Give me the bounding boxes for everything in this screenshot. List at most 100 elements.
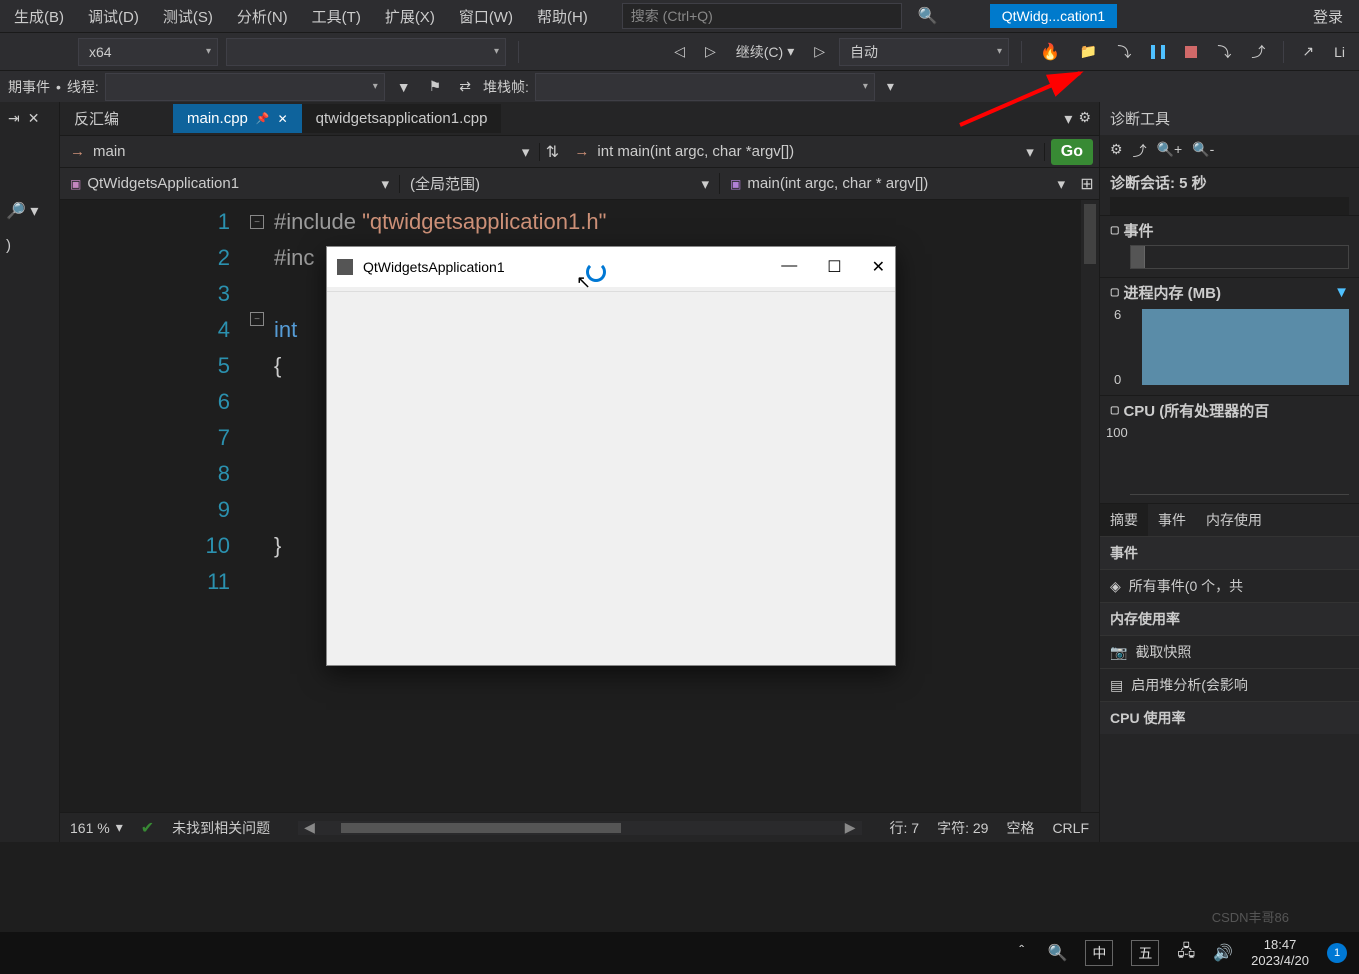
scroll-left-icon[interactable]: ◀ <box>298 819 321 836</box>
stack-menu-icon[interactable]: ▾ <box>881 74 900 99</box>
events-header[interactable]: 事件 <box>1123 220 1153 241</box>
search-tray-icon[interactable]: 🔍 <box>1047 943 1067 963</box>
scroll-right-icon[interactable]: ▶ <box>839 819 862 836</box>
scroll-thumb[interactable] <box>1084 204 1096 264</box>
menu-build[interactable]: 生成(B) <box>4 2 74 31</box>
issues-label[interactable]: 未找到相关问题 <box>172 818 270 838</box>
zoom-in-icon[interactable]: 🔍+ <box>1157 141 1183 161</box>
zoom-out-icon[interactable]: 🔍- <box>1192 141 1214 161</box>
func-label: main(int argc, char * argv[]) <box>747 175 928 192</box>
step-out-icon[interactable]: ⤴ <box>1245 38 1271 66</box>
scope-dropdown-1[interactable]: → main ▾ <box>60 143 540 161</box>
menu-help[interactable]: 帮助(H) <box>527 2 598 31</box>
menu-window[interactable]: 窗口(W) <box>449 2 523 31</box>
step-back-button[interactable]: ◁ <box>668 39 691 64</box>
continue-button[interactable]: 继续(C) ▾ <box>730 38 800 66</box>
snapshot-item[interactable]: 📷截取快照 <box>1100 635 1359 668</box>
auto-dropdown[interactable]: 自动 <box>839 38 1009 66</box>
tab-events[interactable]: 事件 <box>1148 504 1196 536</box>
menu-analyze[interactable]: 分析(N) <box>227 2 298 31</box>
qt-titlebar[interactable]: QtWidgetsApplication1 — ☐ ✕ <box>327 247 895 287</box>
go-button[interactable]: Go <box>1051 139 1093 165</box>
horizontal-scrollbar[interactable]: ◀ ▶ <box>298 821 861 835</box>
thread-dropdown[interactable] <box>105 73 385 101</box>
scope-dropdown-2[interactable]: → int main(int argc, char *argv[]) ▾ <box>564 143 1044 161</box>
all-events-item[interactable]: ◈所有事件(0 个，共 <box>1100 569 1359 602</box>
class-scope-dropdown[interactable]: ▣ QtWidgetsApplication1 ▾ <box>60 175 400 193</box>
menu-debug[interactable]: 调试(D) <box>78 2 149 31</box>
cpu-header[interactable]: CPU (所有处理器的百 <box>1123 400 1269 421</box>
maximize-button[interactable]: ☐ <box>827 257 841 277</box>
search-icon[interactable]: 🔍 <box>910 2 946 30</box>
pin-icon[interactable]: ⇥ <box>4 106 24 131</box>
project-name-tab[interactable]: QtWidg...cation1 <box>990 4 1118 28</box>
menu-test[interactable]: 测试(S) <box>153 2 223 31</box>
col-indicator[interactable]: 字符: 29 <box>937 818 988 838</box>
close-icon[interactable]: ✕ <box>24 106 44 131</box>
tray-expand-icon[interactable]: ＾ <box>1013 941 1029 965</box>
folder-icon[interactable]: 📁 <box>1074 39 1103 64</box>
live-share-label[interactable]: Li <box>1328 40 1351 64</box>
tab-memory[interactable]: 内存使用 <box>1196 504 1272 536</box>
search-input[interactable]: 搜索 (Ctrl+Q) <box>622 3 902 29</box>
tab-qtwidgets-cpp[interactable]: qtwidgetsapplication1.cpp <box>302 104 502 133</box>
split-icon[interactable]: ⊞ <box>1075 174 1099 194</box>
indent-indicator[interactable]: 空格 <box>1006 818 1034 838</box>
ime-mode[interactable]: 五 <box>1131 940 1159 966</box>
heap-analysis-item[interactable]: ▤启用堆分析(会影响 <box>1100 668 1359 701</box>
scroll-thumb[interactable] <box>341 823 621 833</box>
step-button[interactable]: ▷ <box>808 39 831 64</box>
menu-extensions[interactable]: 扩展(X) <box>375 2 445 31</box>
fold-toggle[interactable]: − <box>250 215 264 229</box>
global-scope-dropdown[interactable]: (全局范围) ▾ <box>400 173 720 194</box>
notification-badge[interactable]: 1 <box>1327 943 1347 963</box>
updown-icon[interactable]: ⇅ <box>540 142 564 162</box>
ime-lang[interactable]: 中 <box>1085 940 1113 966</box>
eol-indicator[interactable]: CRLF <box>1052 820 1089 836</box>
line-indicator[interactable]: 行: 7 <box>890 818 920 838</box>
flag-icon[interactable]: ⚑ <box>423 74 448 99</box>
function-scope-dropdown[interactable]: ▣ main(int argc, char * argv[]) ▾ <box>720 175 1075 193</box>
close-button[interactable]: ✕ <box>872 257 885 277</box>
stack-dropdown[interactable] <box>535 73 875 101</box>
cpu-chart: 100 <box>1130 425 1349 495</box>
hot-reload-icon[interactable]: 🔥 <box>1034 38 1066 66</box>
scope-bar: ▣ QtWidgetsApplication1 ▾ (全局范围) ▾ ▣ mai… <box>60 168 1099 200</box>
stop-button[interactable] <box>1179 42 1203 62</box>
pin-icon[interactable]: 📌 <box>256 112 270 125</box>
config-dropdown[interactable] <box>226 38 506 66</box>
watermark: CSDN丰哥86 <box>1212 907 1289 926</box>
volume-icon[interactable]: 🔊 <box>1213 943 1233 963</box>
scope-label: int main(int argc, char *argv[]) <box>597 143 794 160</box>
minimize-button[interactable]: — <box>781 257 797 277</box>
login-button[interactable]: 登录 <box>1301 2 1355 31</box>
pause-button[interactable] <box>1145 41 1171 63</box>
tab-summary[interactable]: 摘要 <box>1100 504 1148 536</box>
tab-dropdown-icon[interactable]: ▾ <box>1064 109 1072 129</box>
gear-icon[interactable]: ⚙ <box>1110 141 1123 161</box>
fold-toggle[interactable]: − <box>250 312 264 326</box>
qt-app-window[interactable]: QtWidgetsApplication1 — ☐ ✕ <box>326 246 896 666</box>
clock[interactable]: 18:47 2023/4/20 <box>1251 937 1309 968</box>
search-panel-icon[interactable]: 🔎 ▾ <box>0 195 59 227</box>
play-button[interactable]: ▷ <box>699 39 722 64</box>
zoom-dropdown[interactable]: 161 %▾ <box>70 819 123 836</box>
share-icon[interactable]: ↗ <box>1296 39 1320 64</box>
vertical-scrollbar[interactable] <box>1081 200 1099 812</box>
memory-header[interactable]: 进程内存 (MB) <box>1123 282 1221 303</box>
disassembly-label[interactable]: 反汇编 <box>60 102 133 135</box>
global-label: (全局范围) <box>410 173 480 194</box>
step-over-icon[interactable]: ⤵ <box>1111 38 1137 66</box>
filter-icon[interactable]: ▼ <box>391 75 417 99</box>
close-icon[interactable]: ✕ <box>278 112 288 126</box>
gear-icon[interactable]: ⚙ <box>1078 109 1091 129</box>
exchange-icon[interactable]: ⇄ <box>453 74 477 99</box>
platform-dropdown[interactable]: x64 <box>78 38 218 66</box>
fold-column: − − <box>250 200 274 812</box>
menu-tools[interactable]: 工具(T) <box>302 2 371 31</box>
tab-main-cpp[interactable]: main.cpp 📌 ✕ <box>173 104 302 133</box>
qt-window-body[interactable] <box>327 291 895 665</box>
export-icon[interactable]: ⤴ <box>1133 141 1147 161</box>
network-icon[interactable]: 🖧 <box>1177 940 1195 967</box>
step-into-icon[interactable]: ⤵ <box>1211 38 1237 66</box>
